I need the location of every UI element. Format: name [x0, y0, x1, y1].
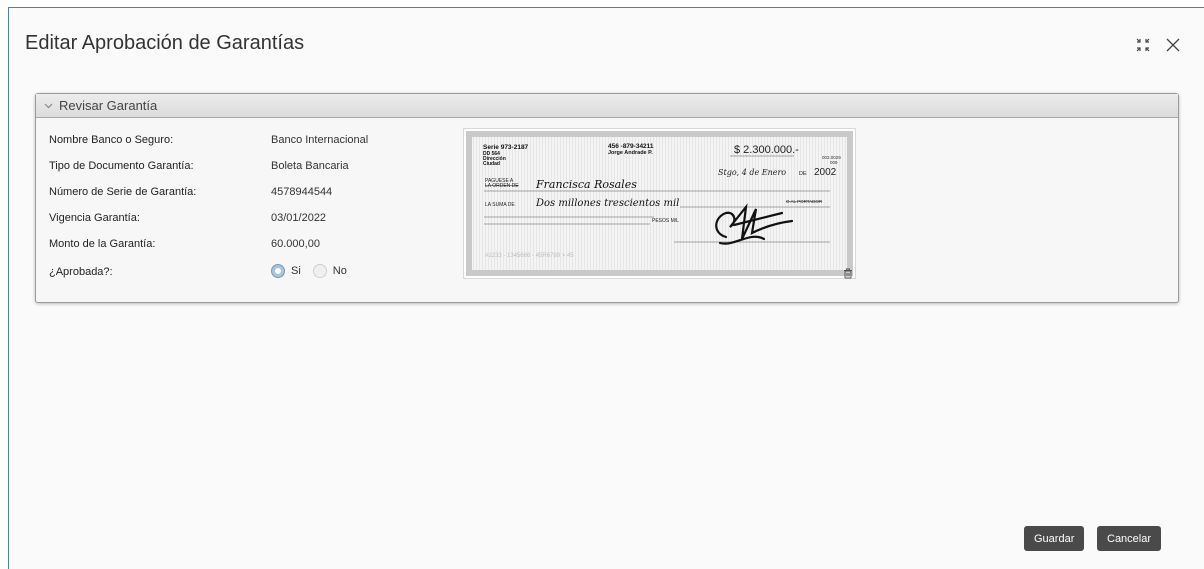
chevron-down-icon: [44, 97, 53, 115]
cheque-portador: O AL PORTADOR: [786, 199, 823, 204]
field-value: 60.000,00: [271, 238, 320, 250]
cheque-pesos: PESOS M/L: [652, 218, 679, 224]
field-amount: Monto de la Garantía: 60.000,00: [49, 238, 389, 258]
cheque-micr: #1233 - 1345666 - 45R6789 > 45: [485, 253, 574, 259]
field-label: Número de Serie de Garantía:: [49, 186, 197, 198]
field-value: Boleta Bancaria: [271, 160, 349, 172]
approved-label: ¿Aprobada?:: [49, 266, 113, 278]
field-value: 03/01/2022: [271, 212, 327, 224]
cheque-amount: $ 2.300.000.-: [734, 144, 799, 156]
field-label: Nombre Banco o Seguro:: [49, 134, 174, 146]
cheque-serie: Serie 973-2187: [483, 144, 529, 151]
field-label: Tipo de Documento Garantía:: [49, 160, 194, 172]
edit-guarantee-modal: Editar Aprobación de Garantías Revisar G…: [8, 7, 1204, 569]
radio-si[interactable]: [271, 264, 285, 278]
cheque-date: Stgo, 4 de Enero: [718, 168, 786, 177]
field-label: Vigencia Garantía:: [49, 212, 140, 224]
cheque-year: 2002: [814, 167, 837, 178]
radio-no[interactable]: [312, 264, 327, 278]
modal-title: Editar Aprobación de Garantías: [25, 32, 305, 54]
cheque-amount-words: Dos millones trescientos mil: [535, 198, 679, 209]
radio-no-label[interactable]: No: [333, 265, 347, 277]
approved-radio-group: Si No: [271, 264, 347, 278]
cheque-ciudad: Ciudad: [483, 161, 500, 167]
cheque-suma: LA SUMA DE: [485, 202, 515, 208]
field-label: Monto de la Garantía:: [49, 238, 156, 250]
cheque-payee: Francisca Rosales: [535, 178, 637, 191]
compress-icon[interactable]: [1134, 36, 1152, 54]
panel-header-label: Revisar Garantía: [59, 98, 158, 113]
review-guarantee-panel: Revisar Garantía Nombre Banco o Seguro: …: [35, 93, 1179, 303]
field-value: Banco Internacional: [271, 134, 369, 146]
trash-icon[interactable]: [843, 266, 853, 284]
cheque-orden: LA ORDEN DE: [485, 183, 519, 189]
field-approved: ¿Aprobada?: Si No: [49, 264, 389, 286]
save-button[interactable]: Guardar: [1024, 526, 1085, 551]
panel-header[interactable]: Revisar Garantía: [36, 94, 1178, 118]
cheque-branch-code: 009: [830, 160, 838, 165]
cheque-holder: Jorge Andrade P.: [608, 150, 653, 156]
field-value: 4578944544: [271, 186, 333, 198]
field-bank-name: Nombre Banco o Seguro: Banco Internacion…: [49, 134, 389, 154]
field-serial-number: Número de Serie de Garantía: 4578944544: [49, 186, 389, 206]
close-icon[interactable]: [1164, 36, 1182, 54]
cheque-account: 456 -879-34211: [608, 143, 654, 150]
cheque-image: Serie 973-2187 DD 564 Dirección Ciudad 4…: [463, 128, 856, 279]
cancel-button[interactable]: Cancelar: [1097, 526, 1162, 551]
field-validity: Vigencia Garantía: 03/01/2022: [49, 212, 389, 232]
field-document-type: Tipo de Documento Garantía: Boleta Banca…: [49, 160, 389, 180]
cheque-date-de: DE: [799, 171, 807, 177]
title-actions: [1134, 36, 1182, 54]
radio-si-label[interactable]: Si: [291, 265, 301, 277]
